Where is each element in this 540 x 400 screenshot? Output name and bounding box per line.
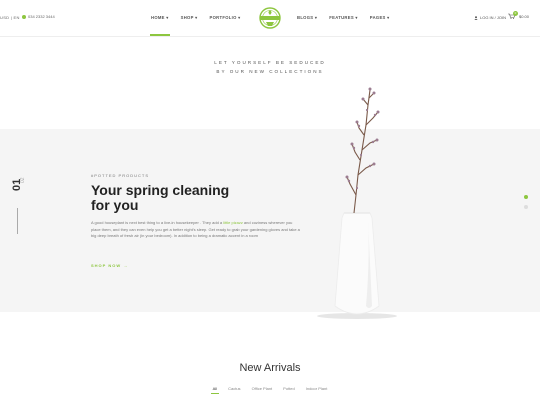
account-label: LOG IN / JOIN [480, 15, 507, 20]
product-filter-tabs: All Cactus Office Plant Potted Indoor Pl… [0, 386, 540, 394]
shop-now-button[interactable]: SHOP NOW → [91, 263, 128, 268]
cart-icon-wrap: 0 [508, 11, 518, 20]
desc-start: A good houseplant is next best thing to … [91, 220, 224, 225]
hero-description: A good houseplant is next best thing to … [91, 220, 301, 240]
nav-home[interactable]: HOME ▾ [150, 15, 170, 36]
cart-total: $0.00 [519, 14, 530, 19]
filter-potted[interactable]: Potted [283, 386, 295, 391]
phone-contact: 034 2332 3444 [22, 14, 55, 19]
site-header: USD | EN 034 2332 3444 HOME ▾ SHOP ▾ POR… [0, 0, 540, 37]
filter-all[interactable]: All [210, 386, 220, 394]
vase-plant-image [317, 87, 397, 319]
hero-eyebrow: #POTTED PRODUCTS [91, 173, 150, 178]
account-link[interactable]: LOG IN / JOIN [474, 15, 506, 20]
slider-dots [524, 195, 528, 215]
cart-count-badge: 0 [513, 11, 518, 16]
phone-icon [22, 14, 26, 19]
currency-language-switcher[interactable]: USD | EN [0, 15, 20, 20]
logo-badge[interactable] [257, 7, 283, 29]
slider-dot-2[interactable] [524, 205, 528, 209]
branch [346, 89, 379, 214]
desc-highlight[interactable]: little pizazz [223, 220, 243, 225]
filter-office-plant[interactable]: Office Plant [252, 386, 273, 391]
hero-headline: Your spring cleaning for you [91, 183, 291, 213]
nav-shop[interactable]: SHOP ▾ [181, 15, 198, 20]
slide-progress-line [17, 208, 18, 234]
hero-headline-line2: for you [91, 197, 139, 213]
slide-total: 02 [20, 177, 26, 183]
vase [334, 212, 380, 315]
nav-pages[interactable]: PAGES ▾ [370, 15, 390, 20]
slider-dot-1[interactable] [524, 195, 528, 199]
nav-left: HOME ▾ SHOP ▾ PORTFOLIO ▾ [150, 15, 241, 36]
nav-right: BLOGS ▾ FEATURES ▾ PAGES ▾ [297, 15, 390, 20]
hero-headline-line1: Your spring cleaning [91, 182, 230, 198]
phone-number: 034 2332 3444 [28, 14, 55, 19]
slide-counter: 01 02 [11, 173, 26, 213]
buds [345, 87, 380, 190]
tagline-line1: LET YOURSELF BE SEDUCED [214, 60, 326, 65]
nav-blogs[interactable]: BLOGS ▾ [297, 15, 317, 20]
cart-button[interactable]: 0 $0.00 [508, 11, 530, 20]
nav-portfolio[interactable]: PORTFOLIO ▾ [210, 15, 241, 20]
new-arrivals-title: New Arrivals [239, 362, 301, 374]
user-icon [474, 15, 478, 20]
tagline-line2: BY OUR NEW COLLECTIONS [216, 69, 324, 74]
filter-cactus[interactable]: Cactus [228, 386, 240, 391]
nav-features[interactable]: FEATURES ▾ [329, 15, 358, 20]
filter-indoor-plant[interactable]: Indoor Plant [306, 386, 328, 391]
